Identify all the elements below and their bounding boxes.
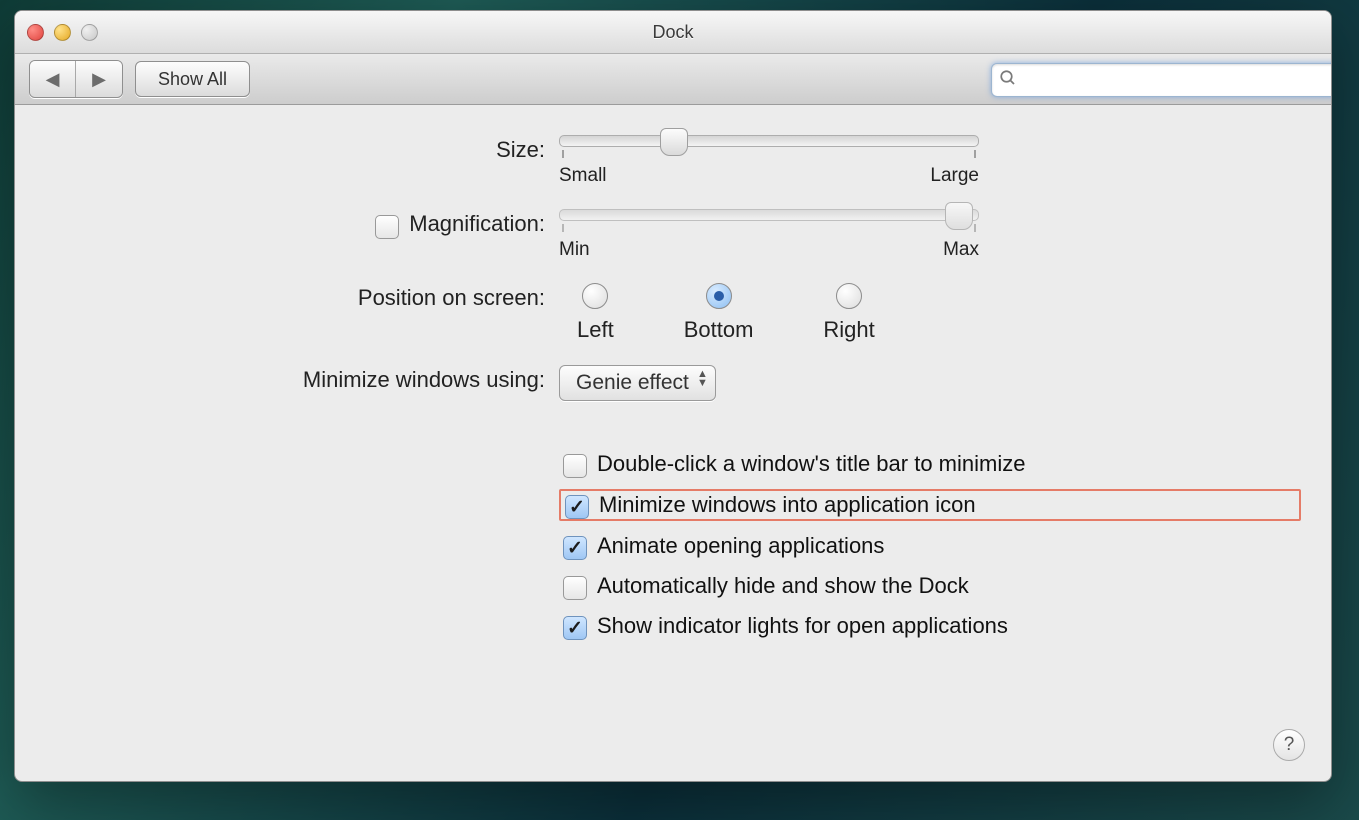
size-max-label: Large	[930, 165, 979, 187]
indicator-label: Show indicator lights for open applicati…	[597, 613, 1008, 639]
size-slider[interactable]	[559, 135, 979, 147]
position-bottom-label: Bottom	[684, 317, 754, 343]
preferences-window: Dock ◀ ▶ Show All Size:	[14, 10, 1332, 782]
position-radio-group: Left Bottom Right	[577, 283, 875, 343]
animate-row: Animate opening applications	[559, 531, 1301, 561]
options-list: Double-click a window's title bar to min…	[559, 449, 1301, 641]
autohide-row: Automatically hide and show the Dock	[559, 571, 1301, 601]
size-min-label: Small	[559, 165, 607, 187]
doubleclick-row: Double-click a window's title bar to min…	[559, 449, 1301, 479]
minimize-into-icon-row: Minimize windows into application icon	[559, 489, 1301, 521]
position-bottom-radio[interactable]	[706, 283, 732, 309]
autohide-label: Automatically hide and show the Dock	[597, 573, 969, 599]
animate-checkbox[interactable]	[563, 536, 587, 560]
content: Size: Small Large Magnification:	[15, 105, 1331, 671]
back-button[interactable]: ◀	[30, 61, 76, 97]
position-label: Position on screen:	[45, 283, 559, 313]
minimize-using-value: Genie effect	[576, 371, 689, 395]
size-slider-thumb[interactable]	[660, 128, 688, 156]
help-button[interactable]: ?	[1273, 729, 1305, 761]
search-icon	[999, 69, 1017, 92]
magnification-checkbox[interactable]	[375, 215, 399, 239]
popup-arrows-icon: ▲▼	[697, 370, 708, 388]
position-left-radio[interactable]	[582, 283, 608, 309]
minimize-icon[interactable]	[54, 24, 71, 41]
animate-label: Animate opening applications	[597, 533, 884, 559]
minimize-using-row: Minimize windows using: Genie effect ▲▼	[45, 365, 1301, 401]
zoom-icon[interactable]	[81, 24, 98, 41]
search-input[interactable]	[991, 63, 1332, 97]
close-icon[interactable]	[27, 24, 44, 41]
chevron-left-icon: ◀	[46, 69, 60, 90]
nav-segmented: ◀ ▶	[29, 60, 123, 98]
position-right-label: Right	[823, 317, 874, 343]
size-label: Size:	[45, 135, 559, 165]
window-controls	[27, 24, 98, 41]
search-field-wrap	[991, 63, 1317, 95]
magnification-slider-thumb[interactable]	[945, 202, 973, 230]
size-row: Size: Small Large	[45, 135, 1301, 187]
chevron-right-icon: ▶	[92, 69, 106, 90]
magnification-max-label: Max	[943, 239, 979, 261]
minimize-using-label: Minimize windows using:	[45, 365, 559, 395]
magnification-slider[interactable]	[559, 209, 979, 221]
toolbar: ◀ ▶ Show All	[15, 54, 1331, 105]
doubleclick-checkbox[interactable]	[563, 454, 587, 478]
window-title: Dock	[15, 22, 1331, 43]
minimize-using-popup[interactable]: Genie effect ▲▼	[559, 365, 716, 401]
indicator-row: Show indicator lights for open applicati…	[559, 611, 1301, 641]
position-left-label: Left	[577, 317, 614, 343]
titlebar: Dock	[15, 11, 1331, 54]
minimize-into-icon-checkbox[interactable]	[565, 495, 589, 519]
magnification-row: Magnification: Min Max	[45, 209, 1301, 261]
show-all-button[interactable]: Show All	[135, 61, 250, 97]
forward-button[interactable]: ▶	[76, 61, 122, 97]
doubleclick-label: Double-click a window's title bar to min…	[597, 451, 1025, 477]
position-row: Position on screen: Left Bottom Right	[45, 283, 1301, 343]
magnification-label: Magnification:	[409, 209, 545, 239]
minimize-into-icon-label: Minimize windows into application icon	[599, 492, 976, 518]
indicator-checkbox[interactable]	[563, 616, 587, 640]
autohide-checkbox[interactable]	[563, 576, 587, 600]
magnification-min-label: Min	[559, 239, 590, 261]
position-right-radio[interactable]	[836, 283, 862, 309]
